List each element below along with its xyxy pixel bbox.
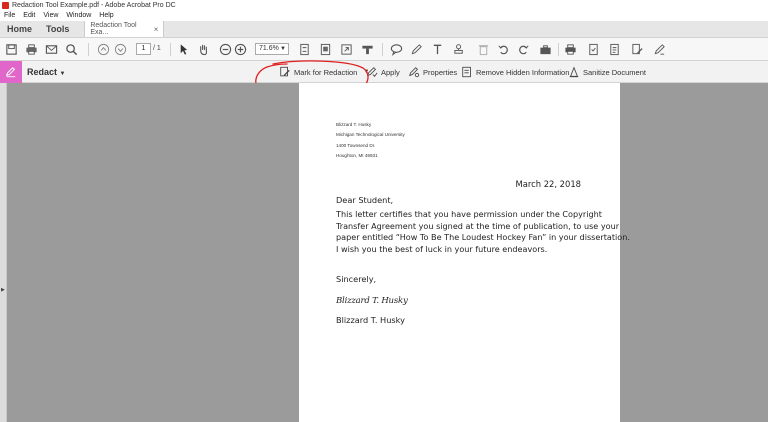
signer-name: Blizzard T. Husky (336, 315, 405, 325)
tab-tools[interactable]: Tools (39, 21, 76, 37)
menu-help[interactable]: Help (95, 12, 117, 19)
remove-hidden-icon (462, 66, 471, 78)
page-down-icon[interactable] (113, 42, 128, 57)
letter-body: This letter certifies that you have perm… (336, 209, 630, 255)
toolbar-divider (382, 43, 383, 56)
zoom-in-icon[interactable] (233, 42, 248, 57)
tab-document-label: Redaction Tool Exa... (90, 22, 137, 36)
email-icon[interactable] (44, 42, 59, 57)
pdf-page[interactable]: Blizzard T. Husky Michigan Technological… (299, 83, 630, 422)
pdf-app-icon (2, 1, 9, 9)
pen-icon[interactable] (409, 42, 424, 57)
toolbar-divider (88, 43, 89, 56)
page-number-input[interactable]: 1 (136, 43, 151, 55)
sanitize-document-label: Sanitize Document (583, 67, 646, 77)
letter-date: March 22, 2018 (515, 179, 582, 189)
redact-toolbar: Redact ▼ Mark for Redaction ▼ Apply Prop… (0, 61, 768, 83)
scroll-mode-icon[interactable] (318, 42, 333, 57)
text-icon[interactable] (430, 42, 445, 57)
redact-tool-icon[interactable] (0, 61, 22, 83)
apply-label: Apply (381, 67, 400, 77)
select-arrow-icon[interactable] (176, 42, 191, 57)
close-tab-icon[interactable]: × (154, 25, 159, 34)
toolbox-icon[interactable] (538, 42, 553, 57)
tab-home[interactable]: Home (0, 21, 39, 37)
toolbar-divider (558, 43, 559, 56)
page-up-icon[interactable] (96, 42, 111, 57)
delete-icon[interactable] (476, 42, 491, 57)
body-line: Transfer Agreement you signed at the tim… (336, 220, 620, 231)
navigation-pane[interactable]: ▶ (0, 83, 7, 422)
redact-menu[interactable]: Redact ▼ (27, 67, 65, 77)
comment-icon[interactable] (389, 42, 404, 57)
window-title: Redaction Tool Example.pdf - Adobe Acrob… (12, 1, 176, 9)
mark-redaction-icon (280, 66, 290, 77)
full-screen-icon[interactable] (339, 42, 354, 57)
redo-icon[interactable] (516, 42, 531, 57)
print-production-icon[interactable] (563, 42, 578, 57)
page-total: / 1 (153, 45, 161, 52)
form-icon[interactable] (586, 42, 601, 57)
zoom-level-value: 71.6% (259, 45, 279, 52)
remove-hidden-information-label: Remove Hidden Information (476, 67, 570, 77)
undo-icon[interactable] (496, 42, 511, 57)
chevron-down-icon: ▼ (59, 71, 66, 77)
menu-bar: File Edit View Window Help (0, 10, 768, 21)
properties-label: Properties (423, 67, 458, 77)
menu-view[interactable]: View (39, 12, 62, 19)
zoom-level-select[interactable]: 71.6% ▼ (255, 43, 289, 55)
properties-icon (409, 67, 420, 78)
sanitize-icon (569, 66, 579, 78)
tab-document[interactable]: Redaction Tool Exa... × (84, 21, 165, 37)
tab-bar: Home Tools Redaction Tool Exa... × (0, 21, 768, 38)
menu-file[interactable]: File (0, 12, 19, 19)
redact-menu-label: Redact (27, 67, 58, 77)
remove-hidden-information-button[interactable]: Remove Hidden Information (461, 65, 569, 79)
title-bar: Redaction Tool Example.pdf - Adobe Acrob… (0, 0, 768, 10)
menu-window[interactable]: Window (62, 12, 95, 19)
body-line: This letter certifies that you have perm… (336, 209, 602, 219)
body-line: I wish you the best of luck in your futu… (336, 243, 548, 254)
sender-city: Houghton, MI 49931 (336, 153, 378, 158)
properties-button[interactable]: Properties (408, 65, 457, 79)
toolbar-divider (170, 43, 171, 56)
menu-edit[interactable]: Edit (19, 12, 39, 19)
closing: Sincerely, (336, 274, 377, 284)
sender-institution: Michigan Technological University (336, 132, 405, 137)
fit-page-icon[interactable] (297, 42, 312, 57)
stamp-icon[interactable] (452, 42, 467, 57)
sender-street: 1400 Townsend Dr. (336, 143, 376, 148)
sign-icon[interactable] (652, 42, 667, 57)
acrobat-window: Redaction Tool Example.pdf - Adobe Acrob… (0, 0, 768, 422)
save-icon[interactable] (4, 42, 19, 57)
apply-button[interactable]: Apply (366, 65, 400, 79)
chevron-down-icon: ▼ (280, 46, 286, 52)
expand-pane-icon[interactable]: ▶ (1, 287, 5, 293)
print-icon[interactable] (24, 42, 39, 57)
handwritten-signature: Blizzard T. Husky (336, 296, 408, 306)
mark-for-redaction-label: Mark for Redaction (294, 67, 358, 77)
apply-redaction-icon (367, 67, 378, 77)
edit-pdf-icon[interactable] (630, 42, 645, 57)
zoom-out-icon[interactable] (218, 42, 233, 57)
document-viewer[interactable]: ▶ Blizzard T. Husky Michigan Technologic… (0, 83, 768, 422)
sanitize-document-button[interactable]: Sanitize Document (568, 65, 646, 79)
body-line: paper entitled “How To Be The Loudest Ho… (336, 232, 630, 242)
hand-icon[interactable] (196, 42, 211, 57)
salutation: Dear Student, (336, 195, 394, 205)
highlight-bar-icon[interactable] (360, 42, 375, 57)
main-toolbar: 1 / 1 71.6% ▼ (0, 38, 768, 61)
sender-name: Blizzard T. Husky (336, 122, 372, 127)
certificate-icon[interactable] (607, 42, 622, 57)
mark-for-redaction-button[interactable]: Mark for Redaction ▼ (279, 65, 369, 79)
search-icon[interactable] (64, 42, 79, 57)
